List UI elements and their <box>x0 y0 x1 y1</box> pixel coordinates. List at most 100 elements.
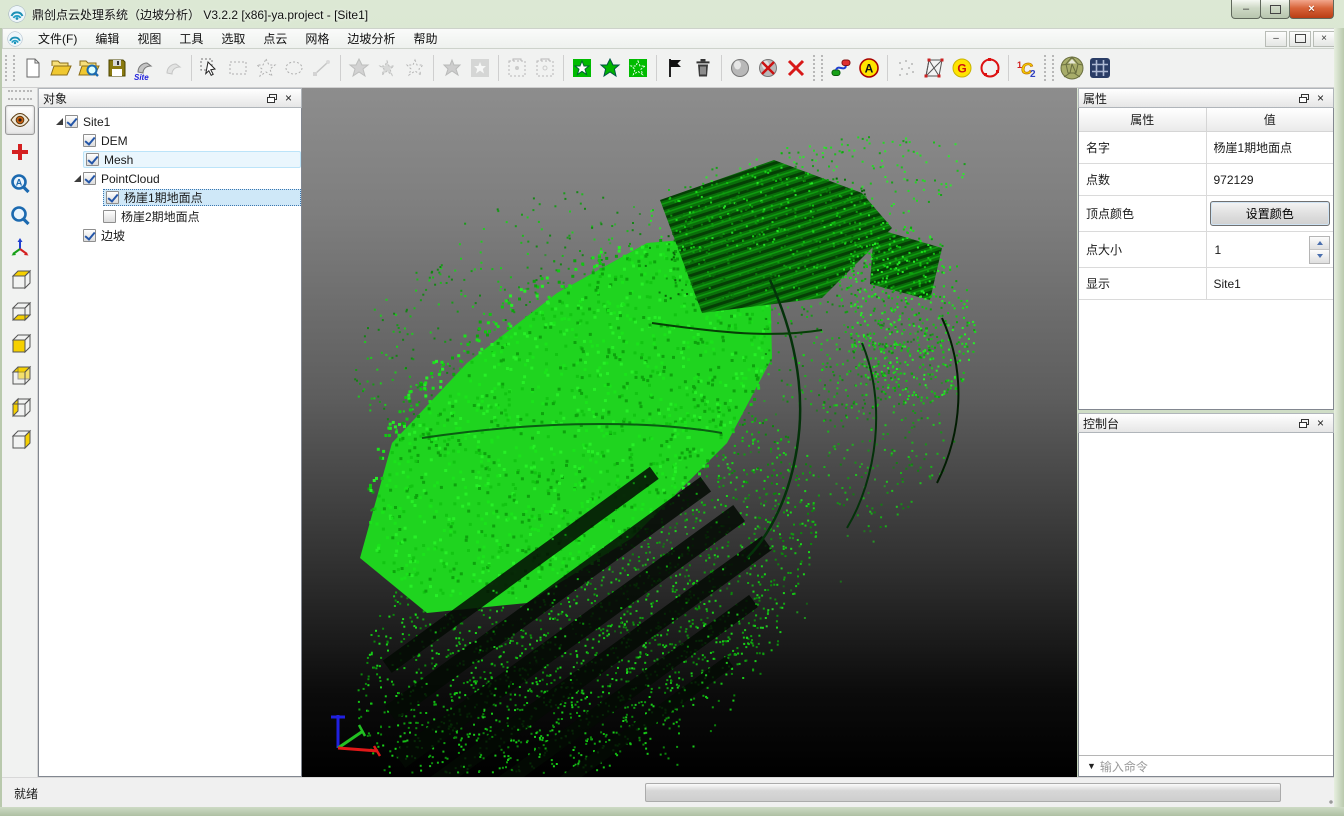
expander-icon[interactable] <box>53 118 65 125</box>
add-cross-button[interactable] <box>5 137 35 167</box>
expander-icon[interactable] <box>71 175 83 182</box>
properties-close-icon[interactable]: × <box>1312 91 1329 106</box>
registration-button[interactable] <box>827 54 855 82</box>
checkbox-dem[interactable] <box>83 134 96 147</box>
toolbar-gripper[interactable] <box>5 55 15 81</box>
menu-mesh[interactable]: 网格 <box>296 28 338 49</box>
mdi-minimize-button[interactable]: – <box>1265 31 1287 47</box>
zoom-text-button[interactable]: A <box>5 169 35 199</box>
crop-star-button[interactable] <box>596 54 624 82</box>
spinner-up-button[interactable] <box>1310 237 1329 251</box>
menu-file[interactable]: 文件(F) <box>29 28 86 49</box>
menu-tools[interactable]: 工具 <box>170 28 212 49</box>
checkbox-mesh[interactable] <box>86 153 99 166</box>
site-import-button[interactable]: Site <box>131 54 159 82</box>
clip-inside-button[interactable] <box>503 54 531 82</box>
tree-node-site1[interactable]: Site1 <box>39 112 301 131</box>
clip-outside-button[interactable] <box>531 54 559 82</box>
rail-gripper[interactable] <box>8 90 32 100</box>
set-color-button[interactable]: 设置颜色 <box>1210 201 1331 226</box>
window-title: 鼎创点云处理系统（边坡分析） V3.2.2 [x86]-ya.project -… <box>32 6 368 23</box>
checkbox-yangya2[interactable] <box>103 210 116 223</box>
view-cube-top-button[interactable] <box>5 265 35 295</box>
menu-pointcloud[interactable]: 点云 <box>254 28 296 49</box>
checkbox-yangya1[interactable] <box>106 191 119 204</box>
command-history-icon[interactable]: ▼ <box>1087 761 1096 771</box>
new-button[interactable] <box>19 54 47 82</box>
save-button[interactable] <box>103 54 131 82</box>
command-input[interactable]: ▼ 输入命令 <box>1079 755 1333 776</box>
console-close-icon[interactable]: × <box>1312 416 1329 431</box>
ellipse-select-button[interactable] <box>280 54 308 82</box>
eye-button[interactable] <box>5 105 35 135</box>
properties-col-header-value[interactable]: 值 <box>1206 108 1333 132</box>
open-project-search-button[interactable] <box>75 54 103 82</box>
close-button[interactable]: × <box>1289 0 1334 19</box>
objects-float-icon[interactable] <box>263 91 280 106</box>
annotation-button[interactable]: A <box>855 54 883 82</box>
delete-button[interactable] <box>689 54 717 82</box>
circle-fit-button[interactable] <box>976 54 1004 82</box>
tree-node-slope[interactable]: 边坡 <box>39 226 301 245</box>
tree-node-yangya2[interactable]: 杨崖2期地面点 <box>39 207 301 226</box>
console-float-icon[interactable] <box>1295 416 1312 431</box>
maximize-button[interactable] <box>1260 0 1290 19</box>
view-cube-right-button[interactable] <box>5 425 35 455</box>
tree-node-yangya1[interactable]: 杨崖1期地面点 <box>39 188 301 207</box>
menu-edit[interactable]: 编辑 <box>86 28 128 49</box>
select-shrink-button[interactable] <box>373 54 401 82</box>
remove-all-button[interactable] <box>782 54 810 82</box>
objects-close-icon[interactable]: × <box>280 91 297 106</box>
console-output[interactable]: ▼ 输入命令 <box>1078 433 1334 777</box>
sphere-remove-button[interactable] <box>754 54 782 82</box>
tree-node-mesh[interactable]: Mesh <box>39 150 301 169</box>
mdi-restore-button[interactable] <box>1289 31 1311 47</box>
grid-view-button[interactable] <box>1086 54 1114 82</box>
line-select-button[interactable] <box>308 54 336 82</box>
points-tool-button[interactable] <box>892 54 920 82</box>
spinner-down-button[interactable] <box>1310 250 1329 263</box>
flag-mark-button[interactable] <box>661 54 689 82</box>
star-region-button[interactable] <box>438 54 466 82</box>
menu-slope-analysis[interactable]: 边坡分析 <box>338 28 404 49</box>
open-button[interactable] <box>47 54 75 82</box>
gravity-g-button[interactable]: G <box>948 54 976 82</box>
tree-node-dem[interactable]: DEM <box>39 131 301 150</box>
mesh-tool-button[interactable] <box>920 54 948 82</box>
main-toolbar: Site A G C12 <box>2 49 1342 88</box>
properties-col-header-key[interactable]: 属性 <box>1079 108 1206 132</box>
hook-tool-button[interactable] <box>159 54 187 82</box>
checkbox-slope[interactable] <box>83 229 96 242</box>
polygon-select-button[interactable] <box>252 54 280 82</box>
sphere-tool-button[interactable] <box>726 54 754 82</box>
select-invert-button[interactable] <box>401 54 429 82</box>
properties-float-icon[interactable] <box>1295 91 1312 106</box>
view-cube-back-button[interactable] <box>5 361 35 391</box>
checkbox-site1[interactable] <box>65 115 78 128</box>
tree-node-pointcloud[interactable]: PointCloud <box>39 169 301 188</box>
c2-tool-button[interactable]: C12 <box>1013 54 1041 82</box>
toolbar-gripper-3[interactable] <box>1044 55 1054 81</box>
pick-select-button[interactable] <box>196 54 224 82</box>
checkbox-pointcloud[interactable] <box>83 172 96 185</box>
view-cube-bottom-button[interactable] <box>5 297 35 327</box>
geodesic-view-button[interactable] <box>1058 54 1086 82</box>
view-cube-left-button[interactable] <box>5 393 35 423</box>
star-box-button[interactable] <box>466 54 494 82</box>
viewport-3d[interactable] <box>302 88 1077 777</box>
point-size-spinner <box>1309 236 1330 264</box>
zoom-button[interactable] <box>5 201 35 231</box>
rect-select-button[interactable] <box>224 54 252 82</box>
point-size-value[interactable]: 1 <box>1210 243 1222 257</box>
select-grow-button[interactable] <box>345 54 373 82</box>
toolbar-gripper-2[interactable] <box>813 55 823 81</box>
crop-keep-outside-button[interactable] <box>624 54 652 82</box>
minimize-button[interactable]: – <box>1231 0 1261 19</box>
pick-axis-button[interactable] <box>5 233 35 263</box>
view-cube-front-button[interactable] <box>5 329 35 359</box>
crop-keep-inside-button[interactable] <box>568 54 596 82</box>
menu-help[interactable]: 帮助 <box>404 28 446 49</box>
menu-select[interactable]: 选取 <box>212 28 254 49</box>
mdi-close-button[interactable]: × <box>1313 31 1335 47</box>
menu-view[interactable]: 视图 <box>128 28 170 49</box>
